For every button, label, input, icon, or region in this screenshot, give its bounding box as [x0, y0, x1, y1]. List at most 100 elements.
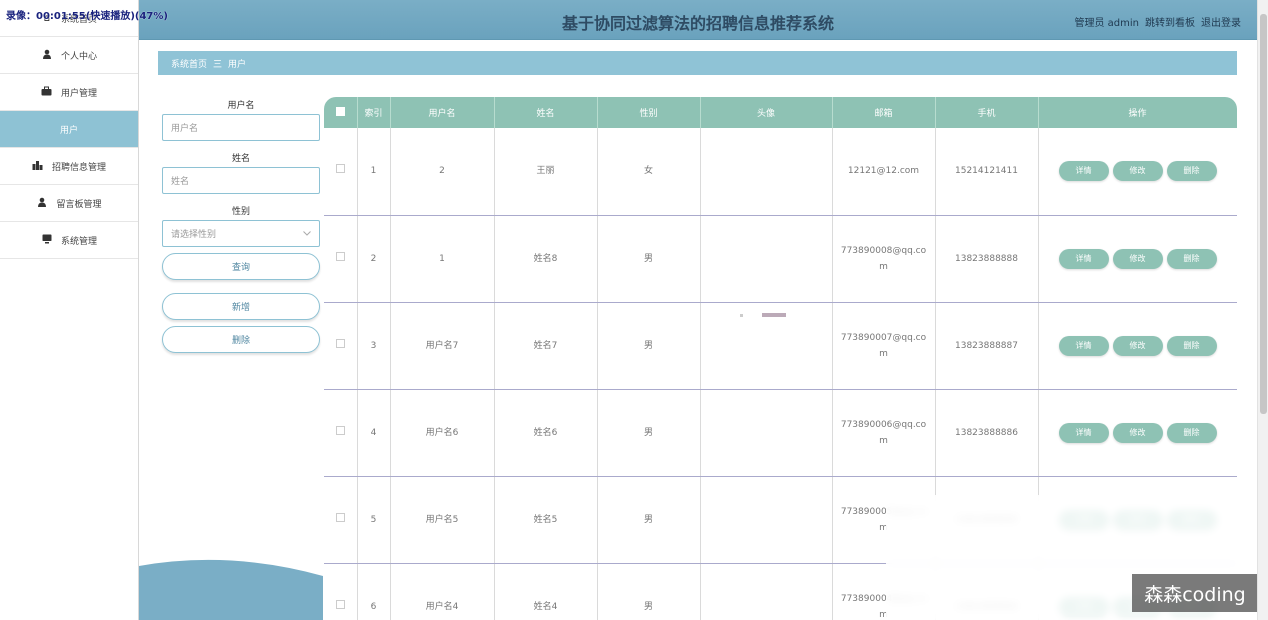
column-header: 头像: [700, 97, 833, 128]
column-header: 索引: [357, 97, 391, 128]
delete-button[interactable]: 删除: [1166, 422, 1217, 443]
row-checkbox[interactable]: [324, 476, 358, 564]
sidebar-item-label: 用户: [59, 125, 78, 136]
watermark: 森森coding: [1132, 574, 1258, 612]
query-button[interactable]: 查询: [162, 253, 320, 280]
vertical-scrollbar[interactable]: [1257, 0, 1268, 620]
column-header: 性别: [597, 97, 701, 128]
sidebar-item-recruitment[interactable]: 招聘信息管理: [0, 148, 138, 185]
cell-name: 王丽: [494, 128, 598, 216]
cell-gender: 男: [597, 302, 701, 390]
table-row: 1 2 王丽女 12121@12.com 15214121411 详情 修改 删除: [324, 128, 1237, 216]
detail-button[interactable]: 详情: [1058, 161, 1109, 182]
cell-username: 用户名7: [390, 302, 495, 390]
sidebar-item-label: 留言板管理: [56, 199, 102, 210]
user-icon: [36, 197, 48, 210]
username-input[interactable]: 用户名: [162, 114, 320, 141]
cell-username: 用户名6: [390, 389, 495, 477]
select-all-checkbox[interactable]: [324, 97, 358, 128]
dashboard-link[interactable]: 跳转到看板: [1145, 14, 1195, 29]
admin-label: 管理员 admin: [1074, 18, 1139, 29]
gender-select[interactable]: 请选择性别: [162, 220, 320, 247]
avatar: [736, 309, 796, 317]
cell-gender: 男: [597, 215, 701, 303]
cell-gender: 男: [597, 563, 701, 620]
cell-avatar: [700, 128, 833, 216]
table-row: 2 1 姓名8 男 773890008@qq.com 13823888888 详情 修改 删除: [324, 215, 1237, 303]
cell-email: 773890006@qq.com: [832, 389, 936, 477]
table-row: 4 用户名6 姓名6 男 773890006@qq.com 13823888886 详情 修改…: [324, 389, 1237, 477]
cell-avatar: [700, 476, 833, 564]
cell-phone: 13823888887: [935, 302, 1039, 390]
cell-index: 2: [357, 215, 391, 303]
detail-button[interactable]: 详情: [1058, 422, 1109, 443]
edit-button[interactable]: 修改: [1112, 335, 1163, 356]
gender-select-value: 请选择性别: [171, 230, 217, 240]
sidebar-item-label: 招聘信息管理: [51, 162, 106, 173]
decorative-wave: [139, 556, 323, 620]
sidebar-item-personal-center[interactable]: 个人中心: [0, 37, 138, 74]
top-header: 基于协同过滤算法的招聘信息推荐系统 管理员 admin 跳转到看板 退出登录: [139, 0, 1257, 40]
cell-name: 姓名6: [494, 389, 598, 477]
scrollbar-thumb[interactable]: [1260, 14, 1267, 414]
cell-username: 用户名4: [390, 563, 495, 620]
batch-delete-button[interactable]: 删除: [162, 326, 320, 353]
sidebar-item-system-management[interactable]: 系统管理: [0, 222, 138, 259]
add-button[interactable]: 新增: [162, 293, 320, 320]
cell-name: 姓名4: [494, 563, 598, 620]
edit-button[interactable]: 修改: [1112, 161, 1163, 182]
briefcase-icon: [41, 86, 53, 99]
cell-actions: 详情修改删除: [1038, 389, 1237, 477]
sidebar-item-users[interactable]: 用户: [0, 111, 138, 148]
delete-button[interactable]: 删除: [1166, 248, 1217, 269]
column-header: 姓名: [494, 97, 598, 128]
sidebar-item-user-management[interactable]: 用户管理: [0, 74, 138, 111]
row-checkbox[interactable]: [324, 128, 358, 216]
sidebar-item-label: 用户管理: [60, 88, 97, 99]
edit-button[interactable]: 修改: [1112, 422, 1163, 443]
name-label: 姓名: [231, 154, 250, 164]
breadcrumb: 系统首页 三 用户: [158, 51, 1237, 75]
logout-link[interactable]: 退出登录: [1201, 14, 1241, 29]
cell-gender: 男: [597, 476, 701, 564]
chart-icon: [32, 160, 44, 173]
recording-overlay: 录像：00:01:55(快速播放)(47%): [6, 11, 168, 22]
column-header: 用户名: [390, 97, 495, 128]
column-header: 操作: [1038, 97, 1237, 128]
cell-gender: 女: [597, 128, 701, 216]
cell-avatar: [700, 389, 833, 477]
detail-button[interactable]: 详情: [1058, 248, 1109, 269]
cell-avatar: [700, 215, 833, 303]
cell-index: 4: [357, 389, 391, 477]
search-panel: 用户名 用户名 姓名 姓名 性别 请选择性别 查询 新增 删除: [162, 98, 320, 353]
row-checkbox[interactable]: [324, 389, 358, 477]
sidebar-item-label: 系统管理: [60, 236, 97, 247]
header-links: 管理员 admin 跳转到看板 退出登录: [1074, 14, 1241, 29]
cell-index: 1: [357, 128, 391, 216]
cell-index: 5: [357, 476, 391, 564]
sidebar-item-label: 个人中心: [60, 51, 97, 62]
cell-avatar: [700, 302, 833, 390]
sidebar-item-message-board[interactable]: 留言板管理: [0, 185, 138, 222]
name-input[interactable]: 姓名: [162, 167, 320, 194]
gender-label: 性别: [231, 207, 250, 217]
cell-email: 773890008@qq.com: [832, 215, 936, 303]
delete-button[interactable]: 删除: [1166, 335, 1217, 356]
cell-actions: 详情修改删除: [1038, 128, 1237, 216]
cell-name: 姓名5: [494, 476, 598, 564]
cell-gender: 男: [597, 389, 701, 477]
delete-button[interactable]: 删除: [1166, 161, 1217, 182]
sidebar: ⌂ 系统首页 个人中心 用户管理 用户 招聘信息管理 留言板管理 系统管理: [0, 0, 139, 620]
column-header: 邮箱: [832, 97, 936, 128]
cell-email: 773890007@qq.com: [832, 302, 936, 390]
cell-name: 姓名7: [494, 302, 598, 390]
row-checkbox[interactable]: [324, 302, 358, 390]
edit-button[interactable]: 修改: [1112, 248, 1163, 269]
breadcrumb-home[interactable]: 系统首页: [171, 57, 207, 70]
detail-button[interactable]: 详情: [1058, 335, 1109, 356]
row-checkbox[interactable]: [324, 215, 358, 303]
breadcrumb-current: 用户: [228, 59, 247, 70]
cell-index: 6: [357, 563, 391, 620]
row-checkbox[interactable]: [324, 563, 358, 620]
table-row: 3 用户名7 姓名7 男 773890007@qq.com 13823888887 详情 修改…: [324, 302, 1237, 390]
